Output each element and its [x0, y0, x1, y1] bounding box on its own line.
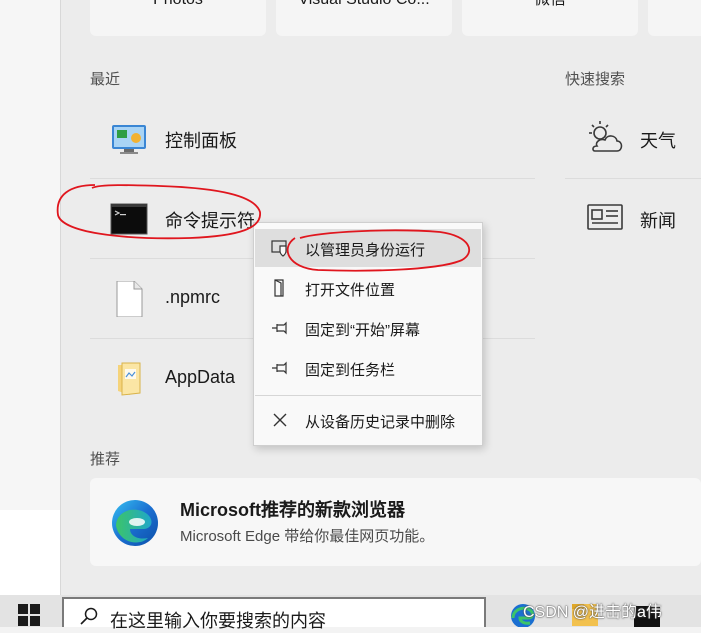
recommended-section-title: 推荐	[90, 451, 121, 468]
recommended-card-title: Microsoft推荐的新款浏览器	[180, 500, 405, 520]
context-menu: 以管理员身份运行 打开文件位置 固定到“开始”屏幕 固定到任务栏 从设备历史记录…	[253, 222, 483, 446]
context-menu-run-as-admin[interactable]: 以管理员身份运行	[255, 229, 481, 267]
quick-search-label: 新闻	[640, 211, 676, 231]
background-window	[0, 0, 60, 595]
context-menu-label: 从设备历史记录中删除	[305, 414, 456, 431]
quick-search-section-title: 快速搜索	[565, 71, 626, 88]
open-folder-icon	[274, 279, 284, 297]
context-menu-label: 以管理员身份运行	[305, 242, 426, 259]
pinned-tile-partial[interactable]	[648, 0, 701, 36]
file-icon	[116, 281, 143, 317]
recent-item-label: AppData	[165, 367, 236, 387]
command-prompt-icon	[110, 203, 148, 235]
context-menu-remove-from-history[interactable]: 从设备历史记录中删除	[255, 401, 481, 439]
context-menu-open-file-location[interactable]: 打开文件位置	[255, 269, 481, 307]
recent-item-control-panel[interactable]: 控制面板	[90, 99, 535, 179]
pinned-tile-photos[interactable]: Photos	[90, 0, 266, 36]
recent-item-label: .npmrc	[165, 287, 221, 307]
news-icon	[587, 204, 623, 230]
pin-icon	[272, 361, 287, 375]
context-menu-label: 固定到“开始”屏幕	[305, 322, 420, 339]
recommended-card-edge[interactable]: Microsoft推荐的新款浏览器 Microsoft Edge 带给你最佳网页…	[90, 478, 701, 566]
quick-search-label: 天气	[640, 131, 676, 151]
recent-section-title: 最近	[90, 71, 121, 88]
quick-search-weather[interactable]: 天气	[565, 99, 701, 179]
search-icon	[80, 607, 98, 625]
pinned-tile-visual-studio-code[interactable]: Visual Studio Co...	[276, 0, 452, 36]
context-menu-pin-to-taskbar[interactable]: 固定到任务栏	[255, 349, 481, 387]
taskbar-search-box[interactable]: 在这里输入你要搜索的内容	[62, 597, 486, 631]
recommended-card-subtitle: Microsoft Edge 带给你最佳网页功能。	[180, 528, 435, 545]
shield-admin-icon	[271, 240, 287, 257]
folder-icon	[118, 362, 141, 396]
windows-start-icon[interactable]	[17, 603, 41, 627]
pin-icon	[272, 321, 287, 335]
search-placeholder: 在这里输入你要搜索的内容	[110, 611, 326, 631]
context-menu-label: 打开文件位置	[305, 282, 396, 299]
control-panel-icon	[112, 125, 146, 154]
background-window-pane	[0, 510, 60, 595]
quick-search-news[interactable]: 新闻	[565, 179, 701, 259]
recent-item-label: 命令提示符	[165, 211, 255, 231]
close-icon	[273, 413, 287, 427]
context-menu-label: 固定到任务栏	[305, 362, 396, 379]
context-menu-divider	[255, 395, 481, 396]
edge-icon	[112, 500, 158, 546]
context-menu-pin-to-start[interactable]: 固定到“开始”屏幕	[255, 309, 481, 347]
recent-item-label: 控制面板	[165, 131, 237, 151]
pinned-tile-wechat[interactable]: 微信	[462, 0, 638, 36]
watermark: CSDN @进击的a伟	[523, 604, 662, 621]
weather-icon	[589, 121, 623, 152]
